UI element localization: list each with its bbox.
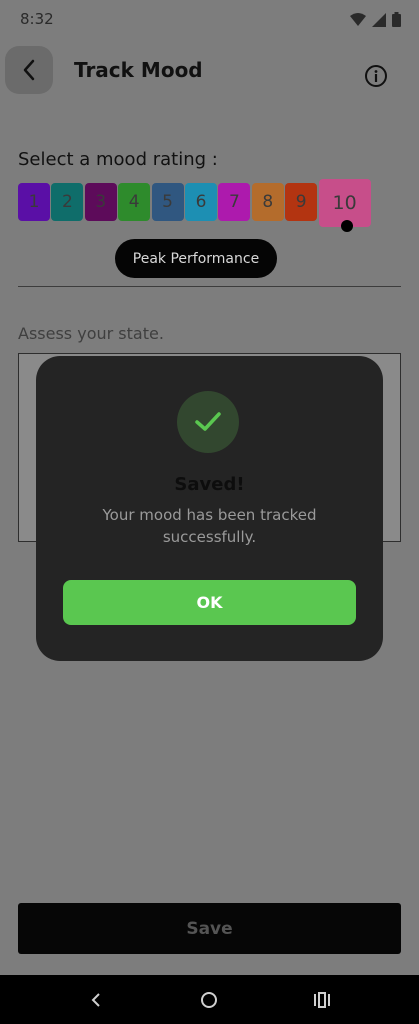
- wifi-icon: [350, 12, 366, 26]
- nav-recents-button[interactable]: [309, 987, 335, 1013]
- divider: [18, 286, 401, 287]
- mood-descriptor-chip: Peak Performance: [115, 239, 277, 278]
- mood-rating-6[interactable]: 6: [185, 183, 217, 221]
- mood-rating-3[interactable]: 3: [84, 183, 117, 221]
- mood-rating-8[interactable]: 8: [251, 183, 284, 221]
- info-icon[interactable]: [364, 64, 388, 88]
- mood-rating-4[interactable]: 4: [118, 183, 151, 221]
- dialog-title: Saved!: [174, 474, 245, 495]
- nav-home-button[interactable]: [196, 987, 222, 1013]
- mood-rating-7[interactable]: 7: [218, 183, 251, 221]
- status-bar: 8:32: [0, 0, 419, 40]
- mood-rating-label: Select a mood rating :: [18, 149, 218, 170]
- mood-rating-2[interactable]: 2: [51, 183, 84, 221]
- mood-rating-9[interactable]: 9: [285, 183, 318, 221]
- mood-rating-5[interactable]: 5: [151, 183, 184, 221]
- chevron-left-icon: [23, 59, 35, 81]
- saved-dialog: Saved! Your mood has been tracked succes…: [36, 356, 383, 661]
- page-title: Track Mood: [74, 58, 203, 82]
- status-icons: [350, 12, 401, 27]
- ok-button[interactable]: OK: [63, 580, 356, 625]
- save-button[interactable]: Save: [18, 903, 401, 954]
- assess-label: Assess your state.: [18, 324, 164, 343]
- nav-back-button[interactable]: [83, 987, 109, 1013]
- checkmark-icon: [195, 412, 221, 431]
- nav-recents-icon: [314, 992, 330, 1008]
- signal-icon: [372, 12, 386, 27]
- nav-back-icon: [91, 993, 100, 1007]
- nav-home-icon: [201, 992, 217, 1008]
- selected-indicator-dot: [341, 220, 353, 232]
- battery-icon: [392, 12, 401, 27]
- success-badge: [177, 391, 239, 453]
- status-time: 8:32: [20, 10, 54, 28]
- system-nav-bar: [0, 975, 419, 1024]
- app-bar: Track Mood: [0, 40, 419, 104]
- dialog-message: Your mood has been tracked successfully.: [102, 506, 317, 546]
- back-button[interactable]: [5, 46, 53, 94]
- mood-rating-1[interactable]: 1: [18, 183, 50, 221]
